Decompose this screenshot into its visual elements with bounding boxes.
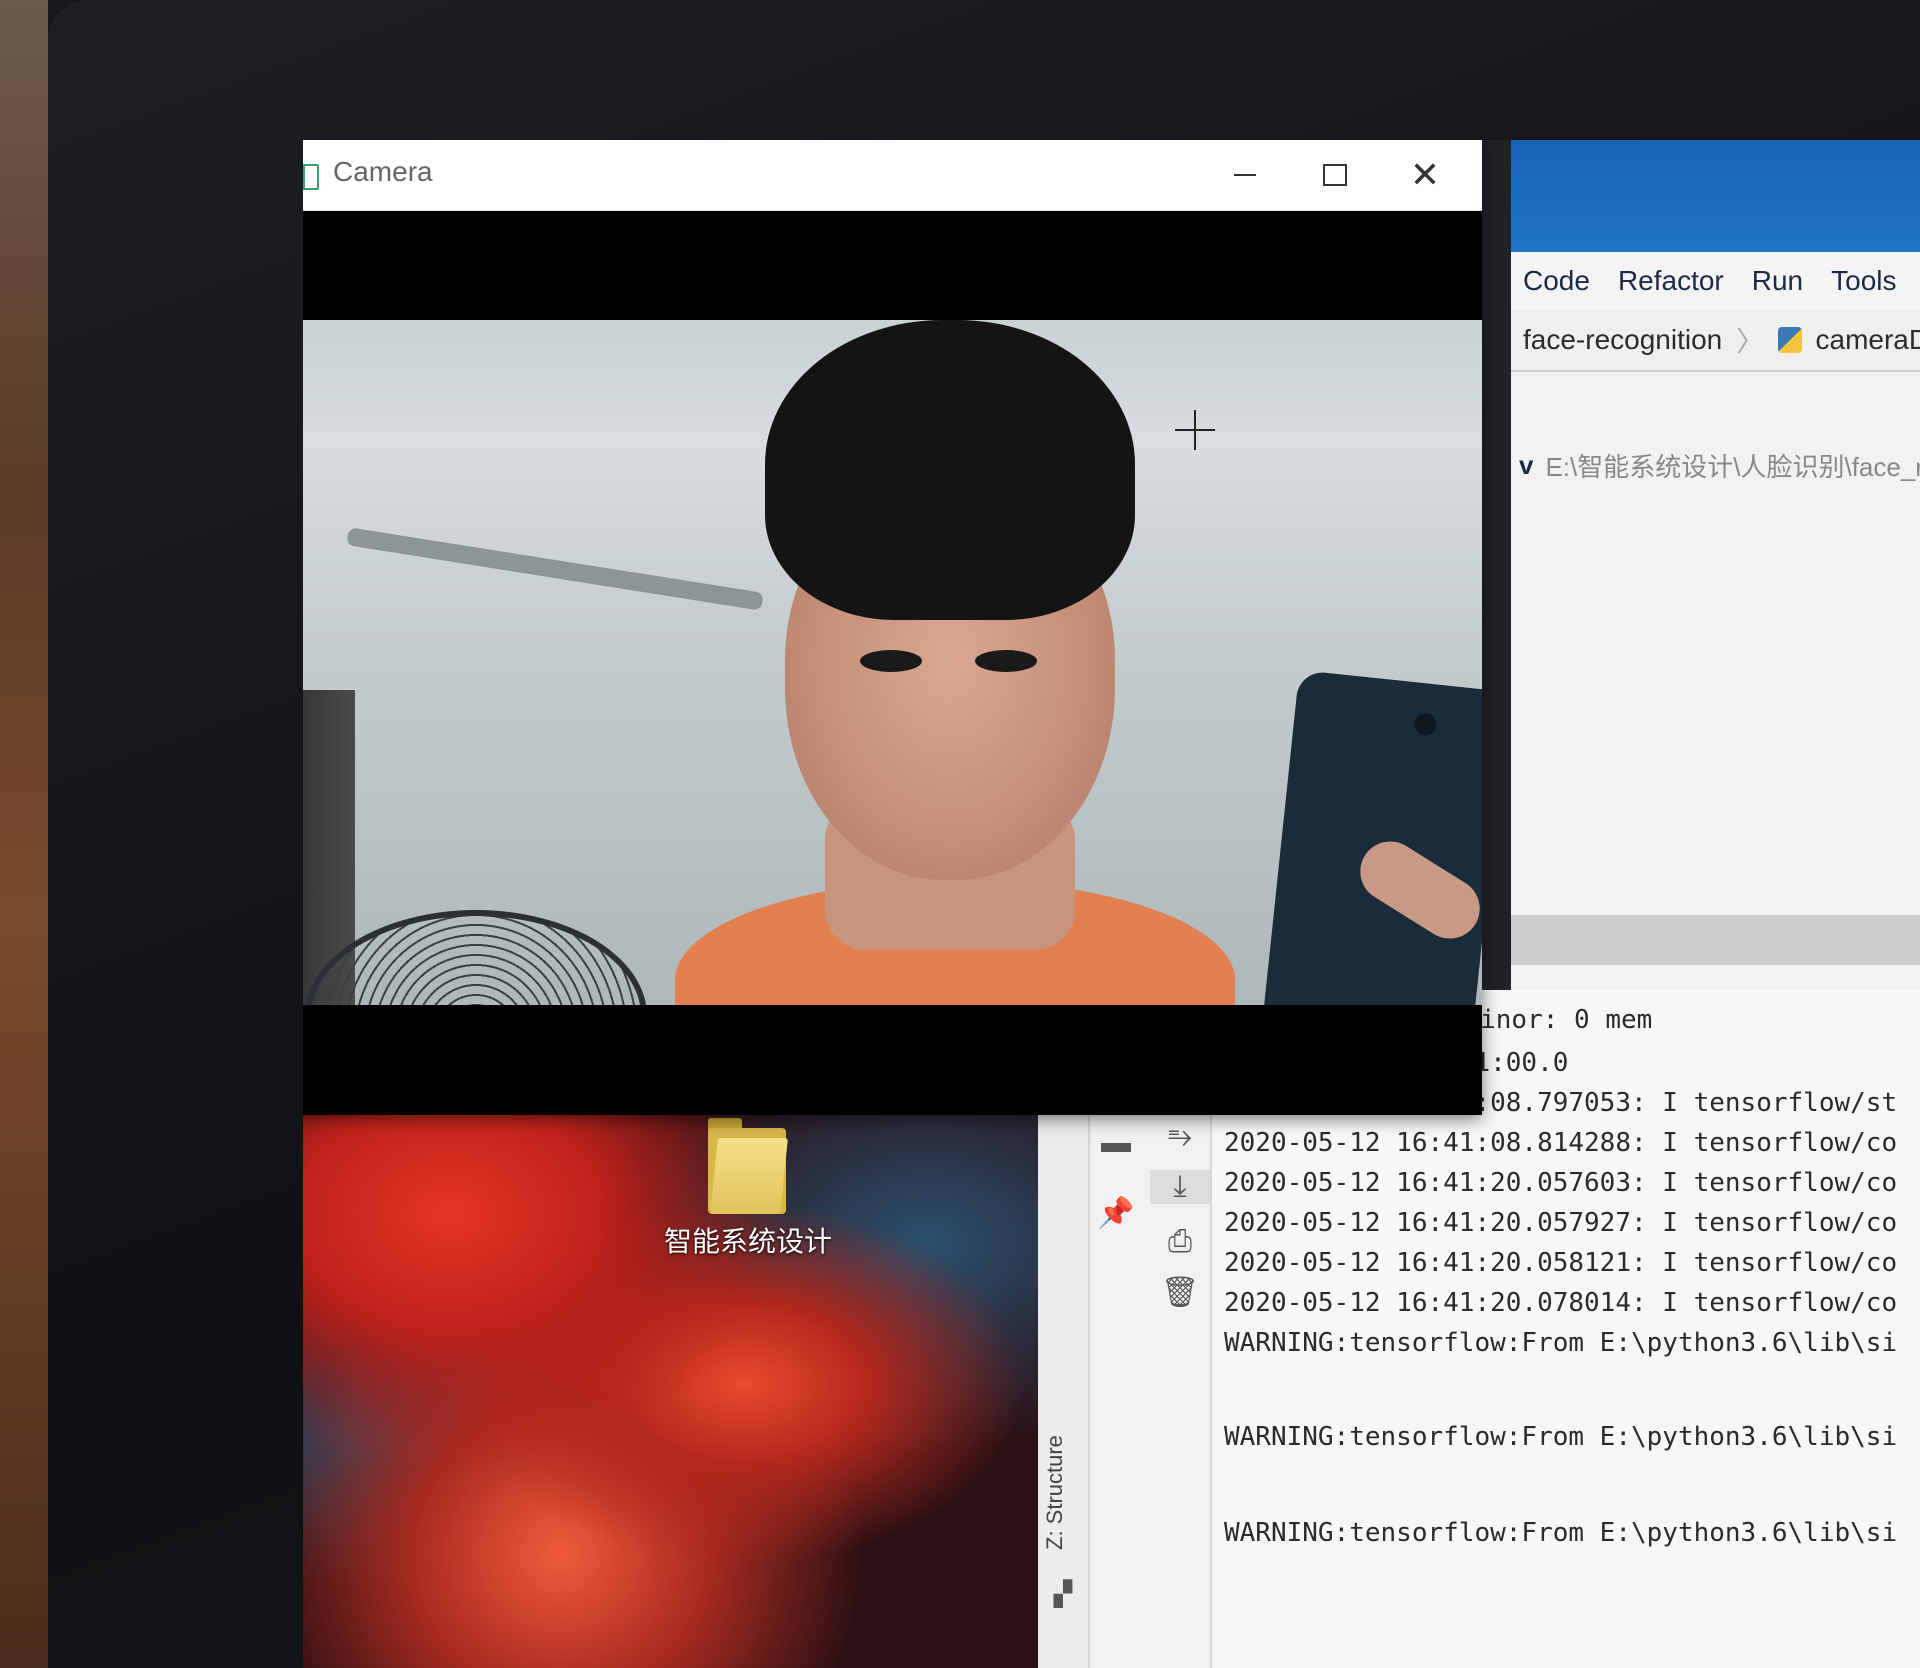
person-hair bbox=[765, 320, 1135, 620]
structure-icon: ▞ bbox=[1053, 1581, 1073, 1608]
desktop-wallpaper: 智能系统设计 bbox=[303, 1100, 1038, 1668]
structure-tab[interactable]: Z: Structure bbox=[1042, 1435, 1068, 1550]
folder-icon[interactable] bbox=[708, 1118, 788, 1214]
ide-titlebar bbox=[1511, 140, 1920, 252]
python-file-icon bbox=[1778, 327, 1802, 353]
console-line: 2020-05-12 16:41:20.057603: I tensorflow… bbox=[1224, 1168, 1898, 1198]
console-line: 2020-05-12 16:41:20.078014: I tensorflow… bbox=[1224, 1288, 1898, 1318]
menu-tools[interactable]: Tools bbox=[1831, 265, 1896, 297]
console-line: 2020-05-12 16:41:08.814288: I tensorflow… bbox=[1224, 1128, 1898, 1158]
maximize-icon bbox=[1323, 164, 1347, 186]
opencv-window-icon bbox=[303, 164, 319, 190]
menu-code[interactable]: Code bbox=[1523, 265, 1590, 297]
left-eye bbox=[860, 650, 922, 672]
phone-camera bbox=[1413, 712, 1438, 737]
desktop-folder-label[interactable]: 智能系统设计 bbox=[653, 1220, 843, 1260]
breadcrumb-file[interactable]: cameraDem bbox=[1816, 324, 1920, 356]
camera-window-title: Camera bbox=[333, 156, 433, 187]
folder-front bbox=[710, 1138, 788, 1214]
console-line: 2020-05-12 16:41:20.058121: I tensorflow… bbox=[1224, 1248, 1898, 1278]
panel-divider[interactable] bbox=[1511, 915, 1920, 965]
ceiling-light bbox=[346, 527, 764, 611]
console-line: WARNING:tensorflow:From E:\python3.6\lib… bbox=[1224, 1422, 1898, 1452]
run-marker: v bbox=[1519, 449, 1534, 480]
minimize-icon bbox=[1234, 174, 1256, 176]
scroll-to-end-icon[interactable]: ⤓ bbox=[1150, 1170, 1210, 1204]
run-path: E:\智能系统设计\人脸识别\face_rec bbox=[1545, 451, 1920, 482]
breadcrumb: face-recognition 〉 cameraDem bbox=[1511, 310, 1920, 372]
close-button[interactable]: ✕ bbox=[1380, 140, 1470, 210]
breadcrumb-project[interactable]: face-recognition bbox=[1523, 324, 1722, 356]
run-path-row: v E:\智能系统设计\人脸识别\face_rec bbox=[1511, 440, 1920, 490]
pin-icon[interactable]: 📌 bbox=[1086, 1196, 1146, 1231]
soft-wrap-icon[interactable]: ⥱ bbox=[1150, 1120, 1210, 1154]
maximize-button[interactable] bbox=[1290, 140, 1380, 210]
layout-icon[interactable]: ▬ bbox=[1086, 1126, 1146, 1160]
ide-menubar: Code Refactor Run Tools VC bbox=[1511, 252, 1920, 310]
close-icon: ✕ bbox=[1409, 154, 1441, 195]
laptop-bezel: Code Refactor Run Tools VC face-recognit… bbox=[48, 0, 1920, 1668]
camera-titlebar[interactable]: Camera ✕ bbox=[303, 140, 1482, 211]
breadcrumb-separator-icon: 〉 bbox=[1736, 326, 1765, 357]
fan bbox=[305, 910, 647, 1005]
background-table bbox=[0, 0, 48, 1668]
right-eye bbox=[975, 650, 1037, 672]
camera-frame[interactable] bbox=[303, 320, 1482, 1005]
menu-run[interactable]: Run bbox=[1752, 265, 1803, 297]
console-line: 2020-05-12 16:41:20.057927: I tensorflow… bbox=[1224, 1208, 1898, 1238]
menu-refactor[interactable]: Refactor bbox=[1618, 265, 1724, 297]
console-line: WARNING:tensorflow:From E:\python3.6\lib… bbox=[1224, 1518, 1898, 1548]
print-icon[interactable]: ⎙ bbox=[1150, 1225, 1210, 1259]
console-line: WARNING:tensorflow:From E:\python3.6\lib… bbox=[1224, 1328, 1898, 1358]
screen: Code Refactor Run Tools VC face-recognit… bbox=[303, 140, 1920, 1668]
camera-window: Camera ✕ bbox=[303, 140, 1482, 1115]
trash-icon[interactable]: 🗑 bbox=[1150, 1275, 1210, 1310]
minimize-button[interactable] bbox=[1200, 140, 1290, 210]
phone bbox=[1261, 670, 1482, 1005]
crosshair-cursor-icon bbox=[1175, 410, 1215, 450]
